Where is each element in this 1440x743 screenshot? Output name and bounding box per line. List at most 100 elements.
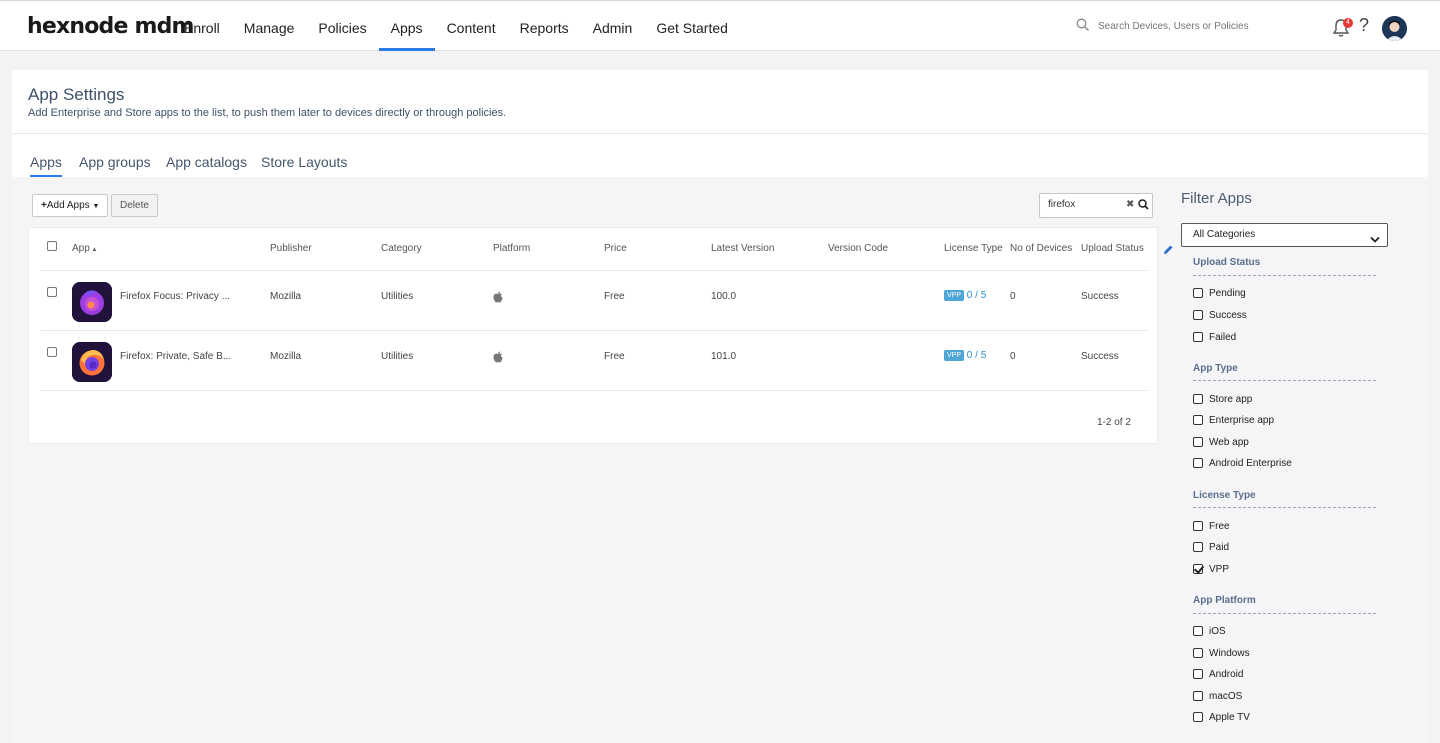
column-header-latest-version[interactable]: Latest Version [711,243,774,254]
filter-option-android[interactable]: Android [1193,667,1243,681]
filter-option-success[interactable]: Success [1193,308,1247,322]
filter-option-vpp[interactable]: VPP [1193,562,1229,576]
publisher-cell: Mozilla [270,351,302,362]
apple-icon [493,291,503,306]
table-divider [41,390,1147,391]
page-title: App Settings [28,85,125,104]
global-search-input[interactable] [1098,21,1318,32]
filter-option-free[interactable]: Free [1193,519,1230,533]
help-icon[interactable]: ? [1359,15,1369,36]
column-header-platform[interactable]: Platform [493,243,530,254]
nav-apps[interactable]: Apps [378,1,435,51]
checkbox[interactable] [1193,437,1203,447]
filter-apps-title: Filter Apps [1181,190,1252,207]
devices-count-cell[interactable]: 0 [1010,291,1016,302]
license-type-cell: VPP 0 / 5 [944,290,986,301]
caret-down-icon: ▼ [92,203,100,210]
publisher-cell: Mozilla [270,291,302,302]
row-checkbox[interactable] [47,287,57,297]
checkbox[interactable] [1193,332,1203,342]
search-submit-icon[interactable] [1138,199,1149,213]
filter-option-failed[interactable]: Failed [1193,330,1236,344]
checkbox[interactable] [1193,458,1203,468]
checkbox[interactable] [1193,288,1203,298]
user-avatar[interactable] [1382,16,1407,41]
search-icon [1076,18,1090,35]
filter-option-paid[interactable]: Paid [1193,540,1229,554]
column-header-price[interactable]: Price [604,243,627,254]
table-row[interactable]: Firefox: Private, Safe B... Mozilla Util… [41,330,1147,390]
filter-option-windows[interactable]: Windows [1193,646,1250,660]
edit-columns-pencil-icon[interactable] [1163,244,1174,258]
checkbox[interactable] [1193,669,1203,679]
tab-app-groups[interactable]: App groups [79,154,151,170]
firefox-app-icon [72,342,112,382]
checkbox[interactable] [1193,310,1203,320]
latest-version-cell: 100.0 [711,291,737,302]
divider [1193,275,1376,276]
column-header-version-code[interactable]: Version Code [828,243,888,254]
license-count[interactable]: 0 / 5 [967,350,986,361]
checkbox[interactable] [1193,626,1203,636]
hexnode-logo[interactable]: hexnode mdm [27,14,194,39]
category-cell: Utilities [381,291,414,302]
row-checkbox[interactable] [47,347,57,357]
select-all-checkbox[interactable] [47,241,57,251]
column-header-license-type[interactable]: License Type [944,243,1003,254]
column-header-app[interactable]: App ▲ [72,243,97,254]
sort-asc-icon: ▲ [89,247,98,253]
column-header-upload-status[interactable]: Upload Status [1081,243,1144,254]
nav-enroll[interactable]: Enroll [172,1,232,51]
license-count[interactable]: 0 / 5 [967,290,986,301]
delete-button[interactable]: Delete [111,194,158,217]
nav-reports[interactable]: Reports [508,1,581,51]
table-row[interactable]: Firefox Focus: Privacy ... Mozilla Utili… [41,270,1147,330]
clear-search-icon[interactable]: ✖ [1126,199,1134,210]
app-name[interactable]: Firefox: Private, Safe B... [120,351,231,362]
column-header-no-of-devices[interactable]: No of Devices [1010,243,1072,254]
nav-get-started[interactable]: Get Started [644,1,740,51]
nav-policies[interactable]: Policies [306,1,378,51]
nav-manage[interactable]: Manage [232,1,307,51]
checkbox[interactable] [1193,691,1203,701]
filter-option-macos[interactable]: macOS [1193,689,1242,703]
checkbox-checked[interactable] [1193,564,1203,574]
pagination-info: 1-2 of 2 [1097,417,1131,428]
tab-apps[interactable]: Apps [30,154,62,177]
checkbox[interactable] [1193,394,1203,404]
filter-option-apple-tv[interactable]: Apple TV [1193,710,1250,724]
filter-section-app-type: App Type [1193,363,1238,374]
global-search [1076,18,1326,35]
column-header-publisher[interactable]: Publisher [270,243,312,254]
column-header-category[interactable]: Category [381,243,422,254]
devices-count-cell[interactable]: 0 [1010,351,1016,362]
license-type-cell: VPP 0 / 5 [944,350,986,361]
main-nav: Enroll Manage Policies Apps Content Repo… [172,1,740,51]
filter-option-pending[interactable]: Pending [1193,286,1246,300]
filter-option-store-app[interactable]: Store app [1193,392,1252,406]
filter-option-enterprise-app[interactable]: Enterprise app [1193,413,1274,427]
top-navbar: hexnode mdm Enroll Manage Policies Apps … [0,0,1440,51]
checkbox[interactable] [1193,648,1203,658]
nav-content[interactable]: Content [435,1,508,51]
tab-app-catalogs[interactable]: App catalogs [166,154,247,170]
checkbox[interactable] [1193,542,1203,552]
app-settings-panel: App Settings Add Enterprise and Store ap… [12,70,1428,743]
add-apps-button[interactable]: +Add Apps ▼ [32,194,109,217]
checkbox[interactable] [1193,712,1203,722]
apps-table: App ▲ Publisher Category Platform Price … [28,227,1158,444]
checkbox[interactable] [1193,415,1203,425]
filter-option-web-app[interactable]: Web app [1193,435,1249,449]
checkbox[interactable] [1193,521,1203,531]
category-select[interactable]: All Categories [1181,223,1388,247]
nav-admin[interactable]: Admin [581,1,645,51]
filter-section-upload-status: Upload Status [1193,257,1261,268]
firefox-focus-app-icon [72,282,112,322]
filter-option-android-enterprise[interactable]: Android Enterprise [1193,456,1292,470]
latest-version-cell: 101.0 [711,351,737,362]
app-search-input[interactable] [1048,199,1123,210]
filter-option-ios[interactable]: iOS [1193,624,1226,638]
tab-store-layouts[interactable]: Store Layouts [261,154,347,170]
app-name[interactable]: Firefox Focus: Privacy ... [120,291,230,302]
divider [1193,507,1376,508]
